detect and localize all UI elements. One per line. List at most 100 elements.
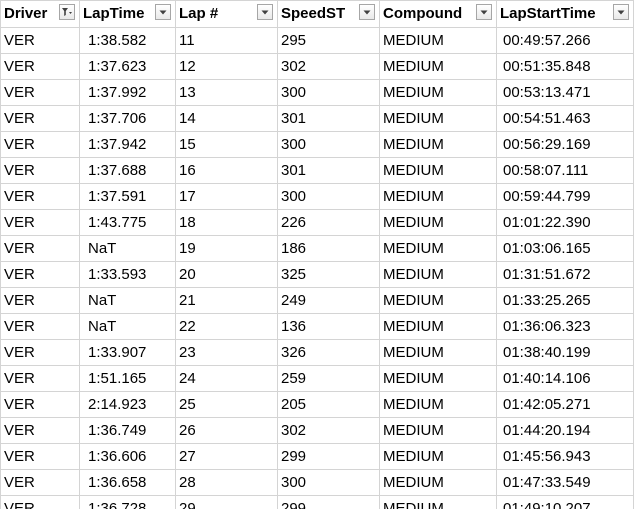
cell-driver[interactable]: VER: [0, 495, 80, 509]
cell-lap-number[interactable]: 12: [175, 53, 278, 80]
cell-lap-time[interactable]: 2:14.923: [79, 391, 176, 418]
cell-lap-start[interactable]: 00:49:57.266: [496, 27, 634, 54]
cell-lap-number[interactable]: 14: [175, 105, 278, 132]
cell-compound[interactable]: MEDIUM: [379, 339, 497, 366]
cell-lap-number[interactable]: 19: [175, 235, 278, 262]
cell-speed-st[interactable]: 300: [277, 131, 380, 158]
cell-driver[interactable]: VER: [0, 339, 80, 366]
cell-compound[interactable]: MEDIUM: [379, 27, 497, 54]
cell-lap-start[interactable]: 01:49:10.207: [496, 495, 634, 509]
cell-compound[interactable]: MEDIUM: [379, 157, 497, 184]
cell-lap-number[interactable]: 24: [175, 365, 278, 392]
cell-driver[interactable]: VER: [0, 53, 80, 80]
cell-driver[interactable]: VER: [0, 27, 80, 54]
cell-compound[interactable]: MEDIUM: [379, 209, 497, 236]
cell-lap-number[interactable]: 28: [175, 469, 278, 496]
cell-lap-start[interactable]: 01:42:05.271: [496, 391, 634, 418]
cell-driver[interactable]: VER: [0, 469, 80, 496]
cell-lap-time[interactable]: 1:51.165: [79, 365, 176, 392]
cell-lap-number[interactable]: 11: [175, 27, 278, 54]
cell-lap-time[interactable]: 1:36.728: [79, 495, 176, 509]
cell-compound[interactable]: MEDIUM: [379, 443, 497, 470]
cell-speed-st[interactable]: 302: [277, 53, 380, 80]
filter-funnel-active-icon[interactable]: [59, 4, 75, 20]
cell-lap-number[interactable]: 16: [175, 157, 278, 184]
header-driver[interactable]: Driver: [0, 0, 80, 28]
cell-lap-time[interactable]: 1:37.706: [79, 105, 176, 132]
cell-lap-number[interactable]: 15: [175, 131, 278, 158]
cell-driver[interactable]: VER: [0, 157, 80, 184]
cell-lap-time[interactable]: 1:36.658: [79, 469, 176, 496]
cell-speed-st[interactable]: 205: [277, 391, 380, 418]
cell-lap-start[interactable]: 01:45:56.943: [496, 443, 634, 470]
cell-lap-start[interactable]: 01:38:40.199: [496, 339, 634, 366]
cell-lap-start[interactable]: 01:31:51.672: [496, 261, 634, 288]
cell-speed-st[interactable]: 249: [277, 287, 380, 314]
header-laptime[interactable]: LapTime: [79, 0, 176, 28]
cell-lap-start[interactable]: 01:01:22.390: [496, 209, 634, 236]
cell-compound[interactable]: MEDIUM: [379, 235, 497, 262]
cell-lap-time[interactable]: NaT: [79, 235, 176, 262]
cell-speed-st[interactable]: 136: [277, 313, 380, 340]
cell-lap-number[interactable]: 27: [175, 443, 278, 470]
cell-speed-st[interactable]: 186: [277, 235, 380, 262]
header-speedst[interactable]: SpeedST: [277, 0, 380, 28]
cell-lap-number[interactable]: 29: [175, 495, 278, 509]
dropdown-arrow-icon[interactable]: [476, 4, 492, 20]
cell-compound[interactable]: MEDIUM: [379, 391, 497, 418]
cell-lap-time[interactable]: NaT: [79, 313, 176, 340]
cell-speed-st[interactable]: 326: [277, 339, 380, 366]
cell-compound[interactable]: MEDIUM: [379, 313, 497, 340]
cell-lap-start[interactable]: 01:33:25.265: [496, 287, 634, 314]
cell-driver[interactable]: VER: [0, 131, 80, 158]
cell-lap-start[interactable]: 00:56:29.169: [496, 131, 634, 158]
cell-compound[interactable]: MEDIUM: [379, 469, 497, 496]
cell-speed-st[interactable]: 299: [277, 495, 380, 509]
header-lap-number[interactable]: Lap #: [175, 0, 278, 28]
cell-lap-time[interactable]: 1:38.582: [79, 27, 176, 54]
cell-lap-start[interactable]: 00:58:07.111: [496, 157, 634, 184]
cell-lap-start[interactable]: 00:53:13.471: [496, 79, 634, 106]
cell-driver[interactable]: VER: [0, 287, 80, 314]
cell-compound[interactable]: MEDIUM: [379, 183, 497, 210]
dropdown-arrow-icon[interactable]: [155, 4, 171, 20]
cell-lap-number[interactable]: 22: [175, 313, 278, 340]
cell-lap-time[interactable]: 1:43.775: [79, 209, 176, 236]
cell-driver[interactable]: VER: [0, 443, 80, 470]
header-compound[interactable]: Compound: [379, 0, 497, 28]
cell-lap-number[interactable]: 26: [175, 417, 278, 444]
cell-lap-start[interactable]: 00:51:35.848: [496, 53, 634, 80]
cell-compound[interactable]: MEDIUM: [379, 365, 497, 392]
cell-lap-time[interactable]: 1:33.907: [79, 339, 176, 366]
cell-lap-time[interactable]: 1:37.992: [79, 79, 176, 106]
cell-speed-st[interactable]: 301: [277, 105, 380, 132]
cell-driver[interactable]: VER: [0, 365, 80, 392]
cell-driver[interactable]: VER: [0, 391, 80, 418]
cell-compound[interactable]: MEDIUM: [379, 131, 497, 158]
cell-lap-time[interactable]: NaT: [79, 287, 176, 314]
cell-driver[interactable]: VER: [0, 79, 80, 106]
cell-lap-number[interactable]: 13: [175, 79, 278, 106]
cell-lap-time[interactable]: 1:37.623: [79, 53, 176, 80]
header-lapstarttime[interactable]: LapStartTime: [496, 0, 634, 28]
cell-lap-start[interactable]: 01:03:06.165: [496, 235, 634, 262]
cell-lap-number[interactable]: 17: [175, 183, 278, 210]
cell-speed-st[interactable]: 301: [277, 157, 380, 184]
cell-lap-start[interactable]: 00:59:44.799: [496, 183, 634, 210]
cell-speed-st[interactable]: 300: [277, 79, 380, 106]
cell-speed-st[interactable]: 300: [277, 469, 380, 496]
cell-driver[interactable]: VER: [0, 183, 80, 210]
cell-compound[interactable]: MEDIUM: [379, 495, 497, 509]
cell-driver[interactable]: VER: [0, 261, 80, 288]
cell-lap-start[interactable]: 01:44:20.194: [496, 417, 634, 444]
cell-driver[interactable]: VER: [0, 417, 80, 444]
cell-speed-st[interactable]: 295: [277, 27, 380, 54]
cell-lap-start[interactable]: 01:47:33.549: [496, 469, 634, 496]
dropdown-arrow-icon[interactable]: [613, 4, 629, 20]
cell-driver[interactable]: VER: [0, 209, 80, 236]
cell-lap-number[interactable]: 21: [175, 287, 278, 314]
cell-compound[interactable]: MEDIUM: [379, 261, 497, 288]
cell-lap-start[interactable]: 01:36:06.323: [496, 313, 634, 340]
cell-compound[interactable]: MEDIUM: [379, 287, 497, 314]
cell-lap-number[interactable]: 25: [175, 391, 278, 418]
